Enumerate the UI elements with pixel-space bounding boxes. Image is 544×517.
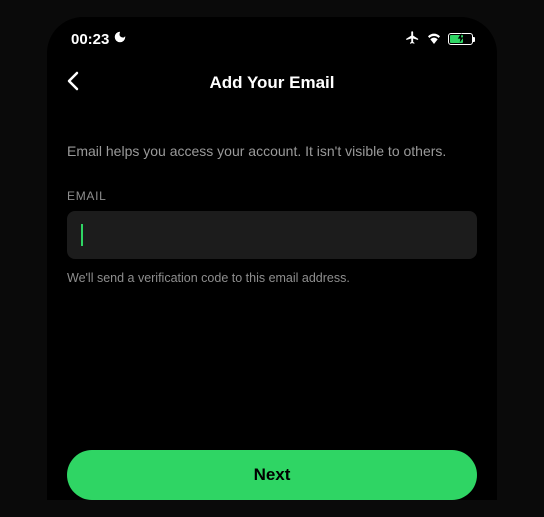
back-button[interactable]	[67, 71, 79, 96]
email-label: EMAIL	[67, 189, 477, 203]
description-text: Email helps you access your account. It …	[67, 141, 477, 161]
email-input-container[interactable]	[67, 211, 477, 259]
charging-bolt-icon	[457, 34, 464, 45]
hint-text: We'll send a verification code to this e…	[67, 271, 477, 285]
battery-icon	[448, 33, 473, 45]
status-time: 00:23	[71, 31, 109, 48]
page-title: Add Your Email	[209, 73, 334, 93]
content: Email helps you access your account. It …	[47, 105, 497, 285]
airplane-icon	[405, 30, 420, 49]
phone-screen: 00:23 Add Your Email Emai	[47, 17, 497, 500]
header: Add Your Email	[47, 61, 497, 105]
wifi-icon	[426, 31, 442, 48]
status-bar: 00:23	[47, 17, 497, 61]
status-right	[405, 30, 473, 49]
text-cursor	[81, 224, 83, 246]
status-left: 00:23	[71, 30, 127, 48]
email-field[interactable]	[85, 227, 463, 244]
moon-icon	[113, 30, 127, 48]
next-button[interactable]: Next	[67, 450, 477, 500]
